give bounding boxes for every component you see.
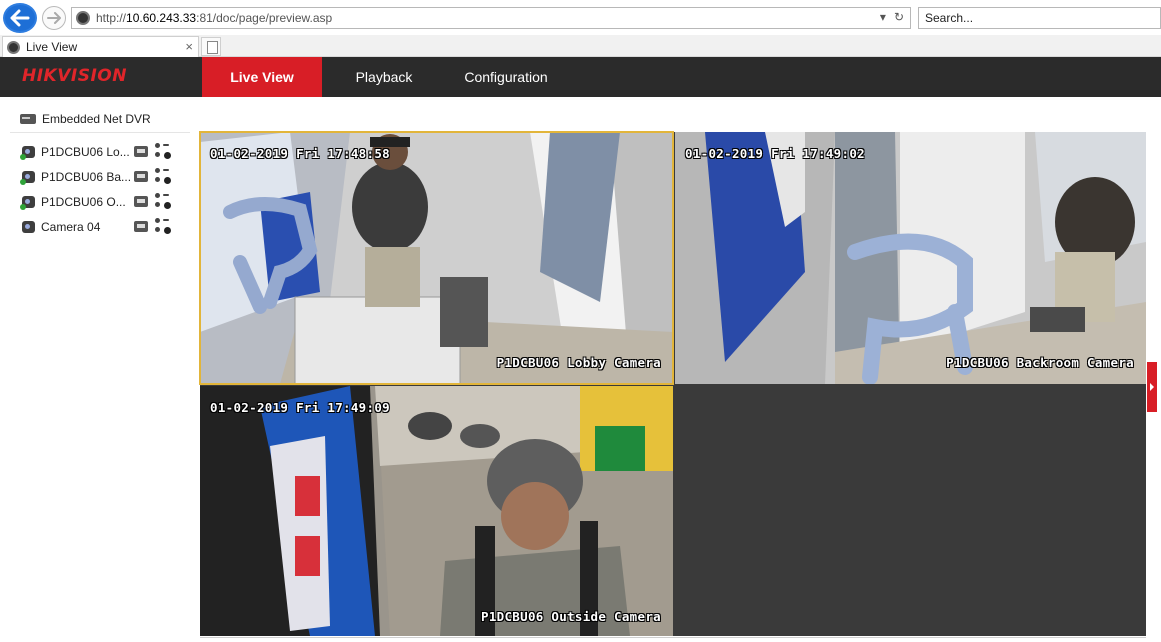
arrow-right-icon bbox=[47, 12, 61, 24]
back-button[interactable] bbox=[3, 3, 37, 33]
lobby-camera-feed bbox=[200, 132, 673, 384]
tab-title: Live View bbox=[26, 40, 78, 54]
toolbar-divider bbox=[200, 637, 1146, 638]
forward-button[interactable] bbox=[42, 6, 66, 30]
stream-settings-icon[interactable] bbox=[155, 193, 171, 209]
osd-camera-name: P1DCBU06 Lobby Camera bbox=[496, 355, 661, 370]
record-icon[interactable] bbox=[134, 146, 148, 157]
camera-icon bbox=[22, 220, 35, 233]
browser-address-bar: http://10.60.243.33:81/doc/page/preview.… bbox=[0, 0, 1161, 35]
video-tile-lobby[interactable]: 01-02-2019 Fri 17:48:58 P1DCBU06 Lobby C… bbox=[199, 131, 674, 385]
device-node[interactable]: Embedded Net DVR bbox=[10, 105, 190, 133]
video-tile-outside[interactable]: 01-02-2019 Fri 17:49:09 P1DCBU06 Outside… bbox=[200, 386, 673, 636]
site-favicon-icon bbox=[76, 11, 90, 25]
logo-red-part: HIK bbox=[22, 66, 58, 86]
osd-timestamp: 01-02-2019 Fri 17:49:02 bbox=[685, 146, 865, 161]
url-field[interactable]: http://10.60.243.33:81/doc/page/preview.… bbox=[71, 7, 911, 29]
record-icon[interactable] bbox=[134, 171, 148, 182]
osd-timestamp: 01-02-2019 Fri 17:48:58 bbox=[210, 146, 390, 161]
video-tile-backroom[interactable]: 01-02-2019 Fri 17:49:02 P1DCBU06 Backroo… bbox=[675, 132, 1146, 384]
camera-item-backroom[interactable]: P1DCBU06 Ba... bbox=[10, 164, 190, 189]
menu-configuration[interactable]: Configuration bbox=[452, 57, 560, 97]
osd-timestamp: 01-02-2019 Fri 17:49:09 bbox=[210, 400, 390, 415]
camera-item-04[interactable]: Camera 04 bbox=[10, 214, 190, 239]
osd-camera-name: P1DCBU06 Outside Camera bbox=[481, 609, 661, 624]
camera-icon bbox=[20, 145, 35, 160]
menu-live-view[interactable]: Live View bbox=[202, 57, 322, 97]
logo-grey-part: VISION bbox=[57, 66, 127, 86]
url-path: :81/doc/page/preview.asp bbox=[196, 11, 333, 25]
record-icon[interactable] bbox=[134, 221, 148, 232]
camera-icon bbox=[20, 170, 35, 185]
camera-label: P1DCBU06 O... bbox=[41, 194, 126, 209]
browser-tab-strip: Live View × bbox=[0, 35, 1161, 57]
tab-favicon-icon bbox=[7, 40, 20, 54]
url-host: 10.60.243.33 bbox=[126, 11, 197, 25]
app-header: HIKVISION Live View Playback Configurati… bbox=[0, 57, 1161, 97]
osd-camera-name: P1DCBU06 Backroom Camera bbox=[946, 355, 1134, 370]
device-label: Embedded Net DVR bbox=[42, 111, 151, 126]
dropdown-arrow-icon[interactable]: ▾ bbox=[880, 10, 886, 24]
video-tile-empty[interactable] bbox=[675, 386, 1146, 636]
dvr-icon bbox=[20, 113, 36, 124]
backroom-camera-feed bbox=[675, 132, 1146, 384]
tab-live-view[interactable]: Live View × bbox=[2, 36, 199, 57]
arrow-left-icon bbox=[10, 9, 30, 27]
stream-settings-icon[interactable] bbox=[155, 168, 171, 184]
camera-item-lobby[interactable]: P1DCBU06 Lo... bbox=[10, 139, 190, 164]
menu-playback[interactable]: Playback bbox=[340, 57, 428, 97]
camera-item-outside[interactable]: P1DCBU06 O... bbox=[10, 189, 190, 214]
camera-icon bbox=[20, 195, 35, 210]
expand-panel-handle[interactable] bbox=[1147, 362, 1157, 412]
camera-label: P1DCBU06 Lo... bbox=[41, 144, 130, 159]
video-grid: 01-02-2019 Fri 17:48:58 P1DCBU06 Lobby C… bbox=[199, 131, 1146, 636]
new-tab-button[interactable] bbox=[201, 37, 221, 56]
camera-label: Camera 04 bbox=[41, 219, 101, 234]
search-input[interactable]: Search... bbox=[918, 7, 1161, 29]
device-tree: Embedded Net DVR P1DCBU06 Lo... P1DCBU06… bbox=[10, 105, 190, 239]
url-prefix: http:// bbox=[96, 11, 127, 25]
refresh-icon[interactable]: ↻ bbox=[894, 10, 904, 24]
camera-label: P1DCBU06 Ba... bbox=[41, 169, 131, 184]
outside-camera-feed bbox=[200, 386, 673, 636]
hikvision-logo: HIKVISION bbox=[22, 66, 127, 86]
close-icon[interactable]: × bbox=[185, 39, 193, 54]
record-icon[interactable] bbox=[134, 196, 148, 207]
stream-settings-icon[interactable] bbox=[155, 143, 171, 159]
stream-settings-icon[interactable] bbox=[155, 218, 171, 234]
